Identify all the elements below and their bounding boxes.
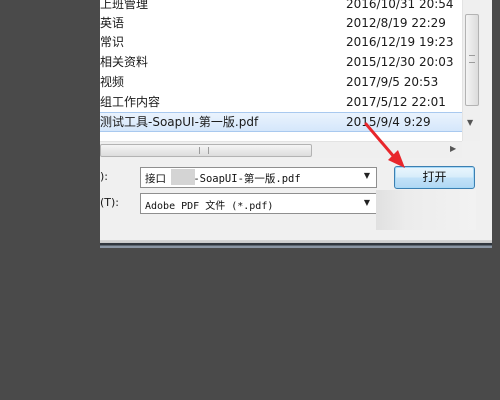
horizontal-scrollbar[interactable]: ▶	[100, 141, 462, 158]
blurred-area	[376, 190, 476, 230]
dialog-bottom-border	[100, 240, 492, 248]
file-row[interactable]: 组工作内容 2017/5/12 22:01	[100, 92, 462, 112]
scrollbar-corner	[462, 141, 479, 157]
filename-combobox[interactable]: 接口 工具-SoapUI-第一版.pdf ▼	[140, 167, 377, 188]
file-date: 2016/12/19 19:23	[346, 35, 454, 49]
file-list[interactable]: 上班管理 2016/10/31 20:54 英语 2012/8/19 22:29…	[100, 0, 462, 141]
redaction-patch	[171, 169, 195, 185]
chevron-down-icon[interactable]: ▼	[364, 198, 370, 207]
grip-icon	[469, 55, 475, 63]
file-name: 英语	[100, 16, 125, 30]
file-row[interactable]: 常识 2016/12/19 19:23	[100, 32, 462, 52]
grip-icon	[199, 147, 209, 154]
open-button[interactable]: 打开	[394, 166, 475, 189]
horizontal-scroll-thumb[interactable]	[100, 144, 312, 157]
file-row[interactable]: 视频 2017/9/5 20:53	[100, 72, 462, 92]
scroll-down-arrow-icon[interactable]: ▼	[467, 118, 473, 127]
filetype-select[interactable]: Adobe PDF 文件 (*.pdf) ▼	[140, 193, 377, 214]
filetype-value: Adobe PDF 文件 (*.pdf)	[145, 201, 274, 212]
file-name: 视频	[100, 75, 125, 89]
file-name: 上班管理	[100, 0, 149, 11]
vertical-scroll-thumb[interactable]	[465, 14, 479, 106]
file-date: 2017/9/5 20:53	[346, 75, 439, 89]
file-date: 2015/9/4 9:29	[346, 115, 431, 129]
file-row[interactable]: 上班管理 2016/10/31 20:54	[100, 0, 462, 14]
file-row-selected[interactable]: 测试工具-SoapUI-第一版.pdf 2015/9/4 9:29	[100, 112, 462, 132]
file-name: 组工作内容	[100, 95, 161, 109]
filename-label: ):	[100, 170, 108, 183]
file-date: 2017/5/12 22:01	[346, 95, 446, 109]
scroll-right-arrow-icon[interactable]: ▶	[450, 144, 456, 153]
file-name: 测试工具-SoapUI-第一版.pdf	[100, 115, 259, 129]
file-name: 常识	[100, 35, 125, 49]
file-date: 2016/10/31 20:54	[346, 0, 454, 11]
file-date: 2012/8/19 22:29	[346, 16, 446, 30]
filetype-label: (T):	[100, 196, 120, 209]
file-date: 2015/12/30 20:03	[346, 55, 454, 69]
file-name: 相关资料	[100, 55, 149, 69]
vertical-scrollbar[interactable]: ▼	[462, 0, 480, 141]
filename-value: 接口 工具-SoapUI-第一版.pdf	[145, 173, 301, 185]
chevron-down-icon[interactable]: ▼	[364, 171, 370, 180]
file-row[interactable]: 相关资料 2015/12/30 20:03	[100, 52, 462, 72]
file-open-dialog: 上班管理 2016/10/31 20:54 英语 2012/8/19 22:29…	[100, 0, 492, 247]
file-row[interactable]: 英语 2012/8/19 22:29	[100, 13, 462, 33]
